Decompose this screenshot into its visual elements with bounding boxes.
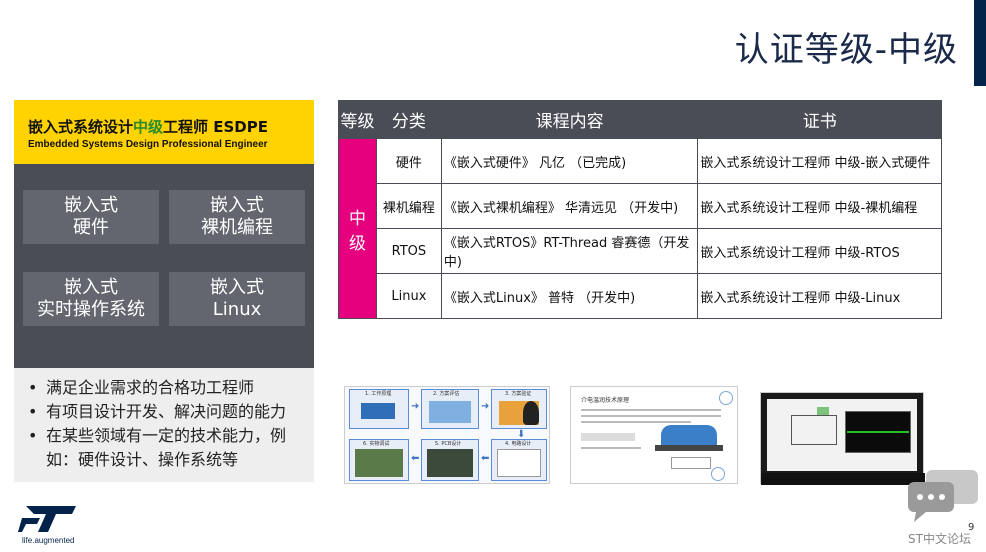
course-cell: 《嵌入式RTOS》RT-Thread 睿赛德（开发中) [440,228,699,274]
card-body: 嵌入式 硬件 嵌入式 裸机编程 嵌入式 实时操作系统 嵌入式 Linux [14,164,314,368]
st-logo-icon [18,506,76,532]
flow-step-caption: 3. 方案验证 [505,391,532,397]
page-title: 认证等级-中级 [734,30,958,70]
doc-heading: 介电温润技术原理 [581,397,630,404]
flow-step-caption: 6. 实物调试 [363,441,390,447]
header-course: 课程内容 [440,100,699,139]
certificate-cell: 嵌入式系统设计工程师 中级-RTOS [697,228,942,274]
certificate-cell: 嵌入式系统设计工程师 中级-裸机编程 [697,183,942,229]
card-subtitle: Embedded Systems Design Professional Eng… [28,139,268,150]
sensor-base [655,445,723,451]
list-item: 在某些领域有一定的技术能力，例如：硬件设计、操作系统等 [28,424,314,472]
sim-circuit [791,415,837,445]
target-icon [719,391,733,405]
category-cell: 硬件 [375,138,442,184]
taskbar [761,473,925,485]
tile-baremetal: 嵌入式 裸机编程 [169,190,305,244]
simulation-thumbnail [760,392,925,485]
arrow-right-icon: ➜ [481,401,490,412]
category-cell: Linux [375,273,442,319]
chart-image [429,401,471,423]
table-header-row: 等级 分类 课程内容 证书 [338,100,942,139]
forum-watermark: ST中文论坛 [908,532,971,546]
design-flow-thumbnail: 1. 工作原理 ➜ 2. 方案评估 ➜ 3. 方案验证 ⬇ 6. 实物调试 ⬅ … [344,386,550,484]
table-row: Linux 《嵌入式Linux》 普特 （开发中) 嵌入式系统设计工程师 中级-… [339,273,942,319]
course-cell: 《嵌入式裸机编程》 华清远见 （开发中) [440,183,699,229]
sim-component [817,407,829,415]
card-header: 嵌入式系统设计中级工程师 ESDPE Embedded Systems Desi… [14,100,314,164]
tile-rtos: 嵌入式 实时操作系统 [23,272,159,326]
category-cell: RTOS [375,228,442,274]
flow-step-caption: 5. PCB设计 [435,441,462,447]
header-category: 分类 [375,100,442,139]
course-cell: 《嵌入式Linux》 普特 （开发中) [440,273,699,319]
principle-doc-thumbnail: 介电温润技术原理 [570,386,738,484]
table-row: RTOS 《嵌入式RTOS》RT-Thread 睿赛德（开发中) 嵌入式系统设计… [339,228,942,274]
pcb-image [427,449,473,477]
header-level: 等级 [338,100,377,139]
skull-icon [523,401,539,425]
circuit-image [361,403,395,419]
text-line [581,409,721,411]
card-title: 嵌入式系统设计中级工程师 ESDPE [28,118,268,136]
tile-linux: 嵌入式 Linux [169,272,305,326]
course-cell: 《嵌入式硬件》 凡亿 （已完成) [440,138,699,184]
flow-step-caption: 4. 电路设计 [505,441,532,447]
flow-step-caption: 1. 工作原理 [365,391,392,397]
list-item: 有项目设计开发、解决问题的能力 [28,400,314,424]
requirements-list: 满足企业需求的合格功工程师 有项目设计开发、解决问题的能力 在某些领域有一定的技… [14,368,314,482]
text-line [581,421,691,423]
category-cell: 裸机编程 [375,183,442,229]
level-cell: 中级 [338,138,377,319]
table-row: 中级 硬件 《嵌入式硬件》 凡亿 （已完成) 嵌入式系统设计工程师 中级-嵌入式… [338,138,942,319]
text-line [581,415,721,417]
title-accent-bar [974,0,986,86]
target-icon [711,467,725,481]
chat-bubbles-icon [908,470,978,522]
text-line [581,447,641,449]
lab-photo [355,449,403,477]
arrow-left-icon: ⬅ [481,453,490,464]
table-row: 裸机编程 《嵌入式裸机编程》 华清远见 （开发中) 嵌入式系统设计工程师 中级-… [339,183,942,229]
header-certificate: 证书 [697,100,942,139]
oscilloscope-trace [847,431,909,433]
circuit-sketch [671,457,711,469]
tile-hardware: 嵌入式 硬件 [23,190,159,244]
flow-step-caption: 2. 方案评估 [433,391,460,397]
formula-image [581,433,635,441]
sensor-diagram [661,425,717,445]
logo-tagline: life.augmented [22,536,75,545]
certificate-cell: 嵌入式系统设计工程师 中级-Linux [697,273,942,319]
arrow-right-icon: ➜ [411,401,420,412]
arrow-left-icon: ⬅ [411,453,420,464]
course-table: 等级 分类 课程内容 证书 中级 硬件 《嵌入式硬件》 凡亿 （已完成) 嵌入式… [338,100,942,319]
list-item: 满足企业需求的合格功工程师 [28,376,314,400]
schematic-image [497,449,541,477]
certificate-cell: 嵌入式系统设计工程师 中级-嵌入式硬件 [697,138,942,184]
